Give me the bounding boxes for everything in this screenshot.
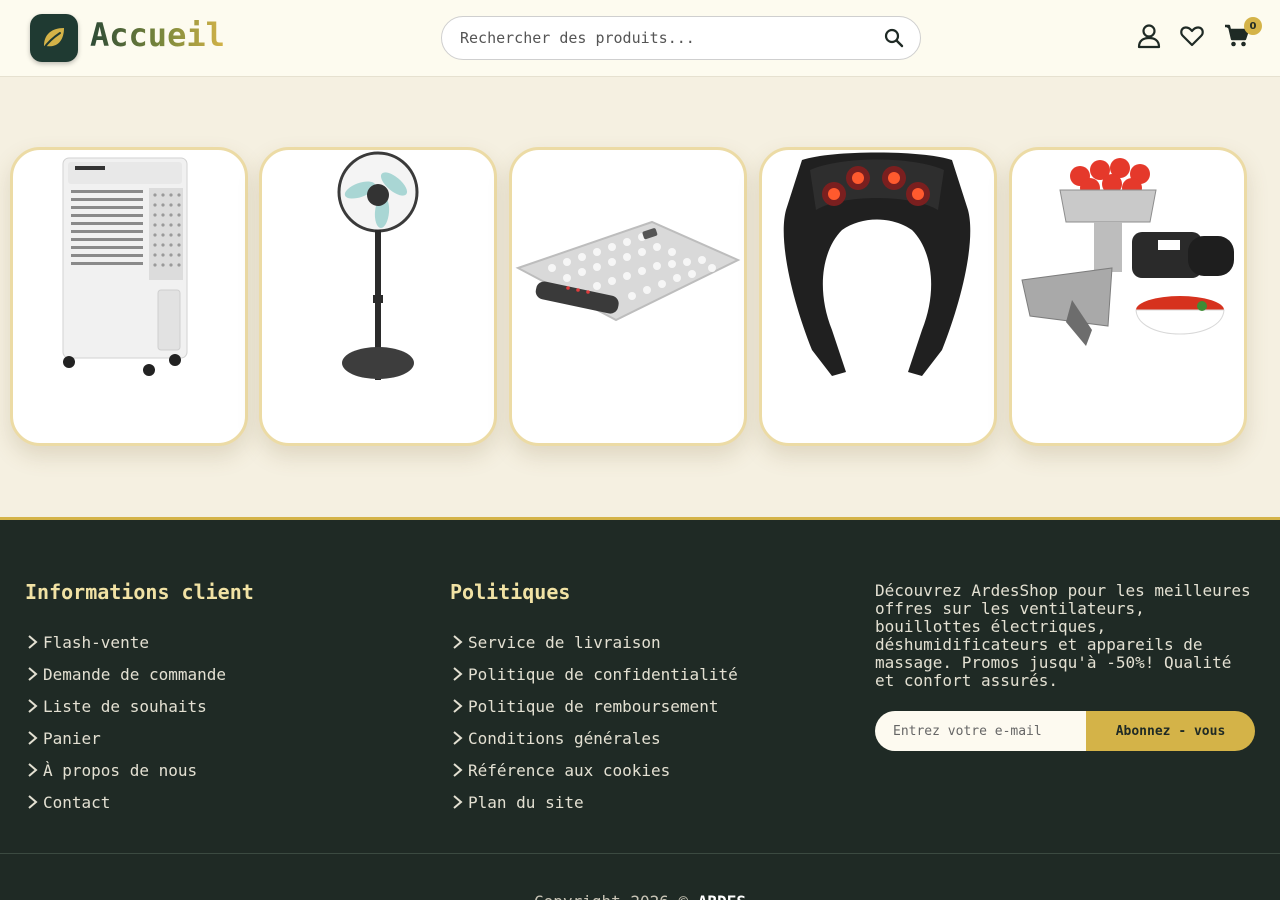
footer-link-about[interactable]: À propos de nous [25,754,254,786]
chevron-right-icon [28,667,38,681]
chevron-right-icon [28,795,38,809]
search-bar [441,16,921,60]
copyright-brand: ARDES [698,892,746,900]
footer-description: Découvrez ArdesShop pour les meilleures … [875,581,1251,690]
footer-link-list: Service de livraison Politique de confid… [450,626,738,818]
leaf-icon [43,28,64,49]
chevron-right-icon [28,635,38,649]
user-icon[interactable] [1136,23,1162,49]
footer-link-label: Politique de remboursement [468,696,719,716]
chevron-right-icon [453,763,463,777]
footer-link-label: Référence aux cookies [468,760,671,780]
chevron-right-icon [28,731,38,745]
footer-col-customer-info: Informations client Flash-vente Demande … [25,580,254,818]
search-icon[interactable] [884,28,904,48]
footer-col-title: Informations client [25,580,254,604]
newsletter-form: Abonnez - vous [875,711,1255,751]
footer-link-label: Plan du site [468,792,584,812]
chevron-right-icon [453,731,463,745]
footer-col-title: Politiques [450,580,571,604]
footer-link-privacy[interactable]: Politique de confidentialité [450,658,738,690]
heart-icon[interactable] [1179,23,1205,49]
footer-link-refund[interactable]: Politique de remboursement [450,690,738,722]
air-cooler-image [62,157,188,376]
chevron-right-icon [28,763,38,777]
product-card-standing-fan[interactable] [259,147,497,446]
footer-link-label: Liste de souhaits [43,696,207,716]
product-card-air-cooler[interactable] [10,147,248,446]
site-footer: Informations client Flash-vente Demande … [0,517,1280,900]
footer-link-wishlist[interactable]: Liste de souhaits [25,690,254,722]
chevron-right-icon [28,699,38,713]
footer-link-contact[interactable]: Contact [25,786,254,818]
footer-link-flash-sale[interactable]: Flash-vente [25,626,254,658]
footer-link-list: Flash-vente Demande de commande Liste de… [25,626,254,818]
footer-link-label: Flash-vente [43,632,149,652]
neck-massager-image [783,152,971,376]
footer-link-cart[interactable]: Panier [25,722,254,754]
chevron-right-icon [453,667,463,681]
footer-link-sitemap[interactable]: Plan du site [450,786,738,818]
copyright: Copyright 2026 © ARDES [0,892,1280,900]
logo[interactable] [30,14,78,62]
chevron-right-icon [453,635,463,649]
cart-count-badge: 0 [1244,17,1262,35]
product-card-neck-massager[interactable] [759,147,997,446]
footer-link-label: Contact [43,792,111,812]
product-carousel [10,147,1270,447]
product-card-heating-pad[interactable] [509,147,747,446]
site-header: Accueil 0 [0,0,1280,77]
footer-link-label: Conditions générales [468,728,661,748]
footer-link-cookies[interactable]: Référence aux cookies [450,754,738,786]
tomato-press-image [1021,158,1234,346]
chevron-right-icon [453,699,463,713]
brand-title[interactable]: Accueil [90,16,225,54]
footer-link-order-request[interactable]: Demande de commande [25,658,254,690]
footer-link-label: Panier [43,728,101,748]
footer-divider [0,853,1280,854]
footer-link-label: Politique de confidentialité [468,664,738,684]
heating-pad-image [515,220,741,322]
search-input[interactable] [460,17,880,59]
footer-link-label: À propos de nous [43,760,198,780]
copyright-text: Copyright 2026 © [534,892,688,900]
subscribe-button[interactable]: Abonnez - vous [1086,711,1255,751]
footer-link-terms[interactable]: Conditions générales [450,722,738,754]
product-card-tomato-press[interactable] [1009,147,1247,446]
standing-fan-image [337,151,419,380]
footer-col-policies: Politiques Service de livraison Politiqu… [450,580,738,818]
footer-link-label: Service de livraison [468,632,661,652]
footer-link-label: Demande de commande [43,664,227,684]
chevron-right-icon [453,795,463,809]
newsletter-email-input[interactable] [875,711,1086,751]
footer-link-delivery[interactable]: Service de livraison [450,626,738,658]
